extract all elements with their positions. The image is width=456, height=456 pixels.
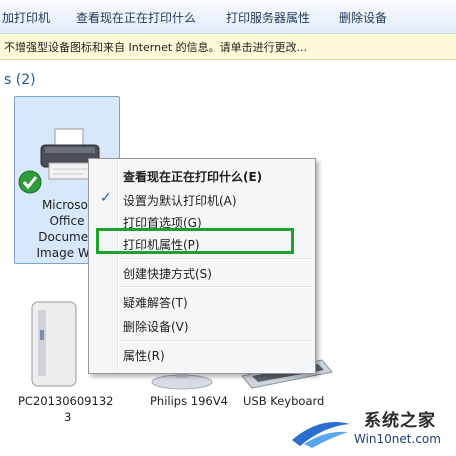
info-bar[interactable]: 不增强型设备图标和来自 Internet 的信息。请单击进行更改... [0,34,456,60]
menu-item-troubleshoot[interactable]: 疑难解答(T) [123,294,188,311]
menu-separator [121,340,311,342]
computer-tower-icon[interactable] [30,300,78,388]
print-server-properties-button[interactable]: 打印服务器属性 [226,9,310,26]
menu-item-create-shortcut[interactable]: 创建快捷方式(S) [123,265,212,282]
menu-item-remove-device[interactable]: 删除设备(V) [123,318,189,335]
green-check-icon [18,170,42,194]
info-bar-text: 不增强型设备图标和来自 Internet 的信息。请单击进行更改... [4,41,308,54]
checkmark-icon: ✓ [100,190,112,206]
see-whats-printing-button[interactable]: 查看现在正在打印什么 [76,9,196,26]
remove-device-button[interactable]: 删除设备 [339,9,387,26]
watermark-logo-icon [292,422,350,448]
menu-item-see-whats-printing[interactable]: 查看现在正在打印什么(E) [123,168,262,185]
command-toolbar: 加打印机 查看现在正在打印什么 打印服务器属性 删除设备 [0,0,456,34]
device-label: PC20130609132 [18,394,114,408]
context-menu: ✓ 查看现在正在打印什么(E) 设置为默认打印机(A) 打印首选项(G) 打印机… [88,158,316,374]
highlight-annotation-box [96,228,294,254]
device-label: 3 [64,410,72,424]
menu-item-properties[interactable]: 属性(R) [123,347,165,364]
menu-separator [121,258,311,260]
printers-group-header[interactable]: s (2) [4,72,36,88]
menu-gutter [117,161,119,371]
menu-item-set-default-printer[interactable]: 设置为默认打印机(A) [123,192,237,209]
add-printer-button[interactable]: 加打印机 [2,9,50,26]
menu-separator [121,286,311,288]
watermark-url: Win10net.com [354,432,441,446]
watermark-brand: 系统之家 [364,411,436,431]
device-label: USB Keyboard [243,394,325,408]
device-label: Philips 196V4 [150,394,228,408]
